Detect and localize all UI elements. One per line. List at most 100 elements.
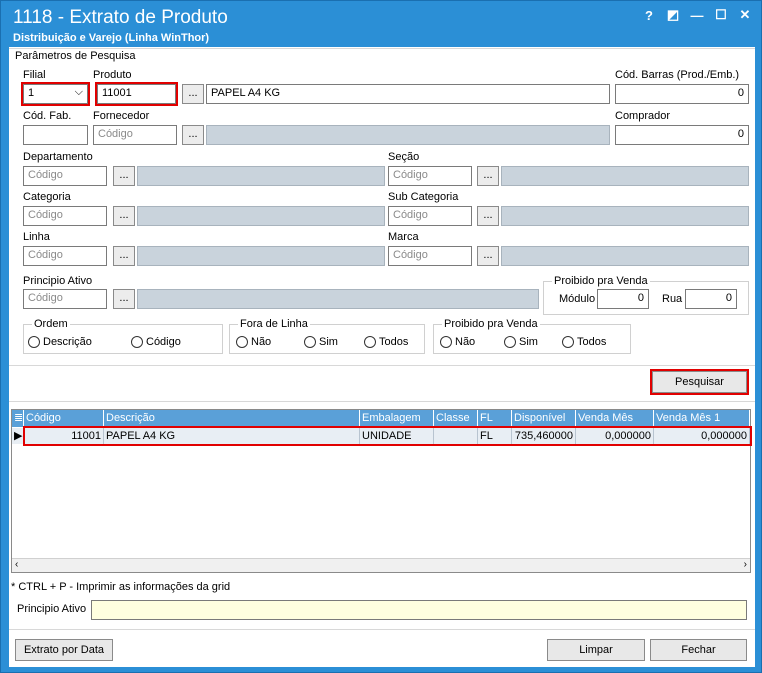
- principio-ativo-lookup-button[interactable]: ...: [113, 289, 135, 309]
- secao-label: Seção: [388, 151, 420, 163]
- fora-linha-nao-radio[interactable]: Não: [236, 336, 271, 348]
- filial-select[interactable]: 1 ⌵: [21, 82, 90, 106]
- app-window: 1118 - Extrato de Produto Distribuição e…: [0, 0, 762, 673]
- modulo-label: Módulo: [559, 293, 596, 305]
- subcategoria-lookup-button[interactable]: ...: [477, 206, 499, 226]
- filial-value: 1: [28, 87, 35, 99]
- proibido-nao-radio[interactable]: Não: [440, 336, 475, 348]
- rua-input[interactable]: 0: [685, 289, 737, 309]
- radio-label: Descrição: [43, 336, 92, 348]
- print-hint: * CTRL + P - Imprimir as informações da …: [11, 581, 231, 593]
- close-icon[interactable]: ✕: [733, 5, 757, 25]
- col-venda-mes[interactable]: Venda Mês: [576, 410, 654, 427]
- fora-linha-sim-radio[interactable]: Sim: [304, 336, 338, 348]
- minimize-icon[interactable]: —: [685, 5, 709, 25]
- results-grid[interactable]: ≣ Código Descrição Embalagem Classe FL D…: [11, 409, 752, 573]
- categoria-desc-field: [137, 206, 385, 226]
- departamento-desc-field: [137, 166, 385, 186]
- comprador-input[interactable]: 0: [615, 125, 749, 145]
- scroll-left-icon[interactable]: ‹: [15, 559, 18, 570]
- cell-venda-mes-1: 0,000000: [654, 428, 750, 444]
- cell-fl: FL: [478, 428, 512, 444]
- marca-label: Marca: [388, 231, 419, 243]
- col-embalagem[interactable]: Embalagem: [360, 410, 434, 427]
- col-venda-mes-1[interactable]: Venda Mês 1: [654, 410, 750, 427]
- radio-label: Não: [251, 336, 272, 348]
- divider: [9, 48, 755, 49]
- help-icon[interactable]: ?: [637, 5, 661, 25]
- cell-disponivel: 735,460000: [512, 428, 576, 444]
- radio-label: Todos: [577, 336, 607, 348]
- col-codigo[interactable]: Código: [24, 410, 104, 427]
- fechar-button[interactable]: Fechar: [650, 639, 747, 661]
- grid-horizontal-scrollbar[interactable]: ‹ ›: [12, 558, 750, 572]
- radio-circle-icon: [131, 336, 143, 348]
- col-disponivel[interactable]: Disponível: [512, 410, 576, 427]
- ordem-descricao-radio[interactable]: Descrição: [28, 336, 92, 348]
- subcategoria-input[interactable]: Código: [388, 206, 472, 226]
- radio-circle-icon: [304, 336, 316, 348]
- proibido-venda-radio-group: Proibido pra Venda Não Sim Todos: [433, 318, 631, 354]
- produto-code-input[interactable]: 11001: [95, 82, 178, 106]
- marca-lookup-button[interactable]: ...: [477, 246, 499, 266]
- fornecedor-lookup-button[interactable]: ...: [182, 125, 204, 145]
- radio-circle-icon: [440, 336, 452, 348]
- cod-fab-input[interactable]: [23, 125, 88, 145]
- categoria-input[interactable]: Código: [23, 206, 107, 226]
- ordem-codigo-radio[interactable]: Código: [131, 336, 181, 348]
- linha-lookup-button[interactable]: ...: [113, 246, 135, 266]
- modulo-input[interactable]: 0: [597, 289, 649, 309]
- extrato-por-data-button[interactable]: Extrato por Data: [15, 639, 113, 661]
- comprador-label: Comprador: [615, 110, 671, 122]
- secao-input[interactable]: Código: [388, 166, 472, 186]
- maximize-icon[interactable]: ☐: [709, 5, 733, 25]
- limpar-button[interactable]: Limpar: [547, 639, 645, 661]
- fora-linha-todos-radio[interactable]: Todos: [364, 336, 408, 348]
- theme-icon[interactable]: ◩: [661, 5, 685, 25]
- fornecedor-desc-field: [206, 125, 610, 145]
- linha-label: Linha: [23, 231, 50, 243]
- col-fl[interactable]: FL: [478, 410, 512, 427]
- proibido-venda-radio-title: Proibido pra Venda: [442, 318, 540, 330]
- scroll-right-icon[interactable]: ›: [744, 559, 747, 570]
- row-indicator-icon: ▶: [14, 428, 24, 444]
- principio-ativo-desc-field: [137, 289, 539, 309]
- client-area: Parâmetros de Pesquisa Filial 1 ⌵ Produt…: [9, 47, 755, 667]
- principio-ativo-input[interactable]: Código: [23, 289, 107, 309]
- principio-ativo-footer-label: Principio Ativo: [17, 603, 87, 615]
- linha-input[interactable]: Código: [23, 246, 107, 266]
- cod-fab-label: Cód. Fab.: [23, 110, 72, 122]
- categoria-label: Categoria: [23, 191, 71, 203]
- fornecedor-input[interactable]: Código: [93, 125, 177, 145]
- marca-input[interactable]: Código: [388, 246, 472, 266]
- proibido-venda-location-group: Proibido pra Venda Módulo 0 Rua 0: [543, 275, 749, 315]
- departamento-input[interactable]: Código: [23, 166, 107, 186]
- rua-label: Rua: [662, 293, 683, 305]
- cell-embalagem: UNIDADE: [360, 428, 434, 444]
- fora-linha-group: Fora de Linha Não Sim Todos: [229, 318, 425, 354]
- pesquisar-button[interactable]: Pesquisar: [650, 369, 749, 395]
- col-classe[interactable]: Classe: [434, 410, 478, 427]
- radio-circle-icon: [236, 336, 248, 348]
- categoria-lookup-button[interactable]: ...: [113, 206, 135, 226]
- proibido-sim-radio[interactable]: Sim: [504, 336, 538, 348]
- radio-label: Código: [146, 336, 181, 348]
- cell-codigo: 11001: [24, 428, 104, 444]
- col-descricao[interactable]: Descrição: [104, 410, 360, 427]
- secao-lookup-button[interactable]: ...: [477, 166, 499, 186]
- cell-venda-mes: 0,000000: [576, 428, 654, 444]
- radio-label: Todos: [379, 336, 409, 348]
- proibido-todos-radio[interactable]: Todos: [562, 336, 606, 348]
- radio-label: Sim: [319, 336, 338, 348]
- window-subtitle: Distribuição e Varejo (Linha WinThor): [13, 32, 210, 44]
- departamento-lookup-button[interactable]: ...: [113, 166, 135, 186]
- linha-desc-field: [137, 246, 385, 266]
- cod-barras-input[interactable]: 0: [615, 84, 749, 104]
- subcategoria-desc-field: [501, 206, 749, 226]
- grid-menu-icon[interactable]: ≣: [12, 410, 24, 427]
- table-row[interactable]: ▶ 11001 PAPEL A4 KG UNIDADE FL 735,46000…: [12, 426, 752, 446]
- divider: [9, 365, 755, 366]
- produto-lookup-button[interactable]: ...: [182, 84, 204, 104]
- fora-linha-title: Fora de Linha: [238, 318, 310, 330]
- subcategoria-label: Sub Categoria: [388, 191, 459, 203]
